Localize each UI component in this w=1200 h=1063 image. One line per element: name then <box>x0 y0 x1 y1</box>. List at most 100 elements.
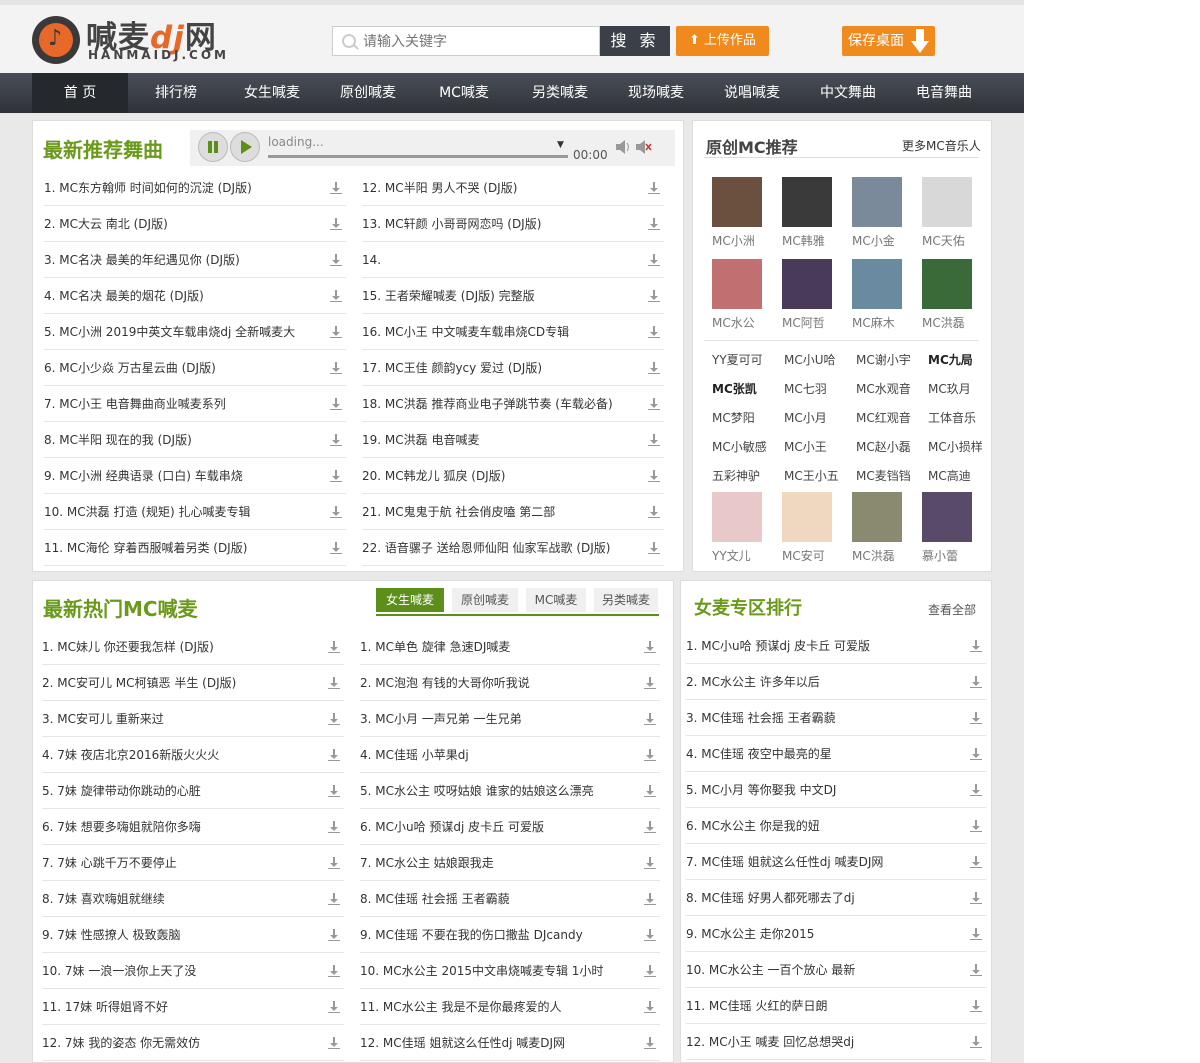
song-title[interactable]: 5. MC水公主 哎呀姑娘 谁家的姑娘这么漂亮 <box>360 784 594 798</box>
song-title[interactable]: 6. MC水公主 你是我的妞 <box>686 819 820 833</box>
artist-name[interactable]: MC水公 <box>712 314 768 331</box>
download-icon[interactable] <box>648 362 660 374</box>
mc-tag-link[interactable]: MC赵小磊 <box>856 438 918 455</box>
download-icon[interactable] <box>644 857 656 869</box>
song-title[interactable]: 13. MC轩颜 小哥哥网恋吗 (DJ版) <box>362 217 541 231</box>
mc-tag-link[interactable]: MC麦铛铛 <box>856 467 918 484</box>
song-title[interactable]: 3. MC名决 最美的年纪遇见你 (DJ版) <box>44 253 240 267</box>
song-row[interactable]: 2. MC安可儿 MC柯镇恶 半生 (DJ版) <box>42 665 344 701</box>
download-icon[interactable] <box>330 434 342 446</box>
mc-tag-link[interactable]: MC小王 <box>784 438 846 455</box>
song-row[interactable]: 16. MC小王 中文喊麦车载串烧CD专辑 <box>362 314 664 350</box>
artist-name[interactable]: MC小金 <box>852 232 908 249</box>
artist-name[interactable]: MC天佑 <box>922 232 978 249</box>
song-row[interactable]: 11. MC海伦 穿着西服喊着另类 (DJ版) <box>44 530 346 566</box>
artist-name[interactable]: MC麻木 <box>852 314 908 331</box>
song-title[interactable]: 3. MC小月 一声兄弟 一生兄弟 <box>360 712 522 726</box>
download-icon[interactable] <box>970 784 982 796</box>
download-icon[interactable] <box>648 290 660 302</box>
download-icon[interactable] <box>328 677 340 689</box>
song-row[interactable]: 18. MC洪磊 推荐商业电子弹跳节奏 (车载必备) <box>362 386 664 422</box>
song-title[interactable]: 5. MC小月 等你娶我 中文DJ <box>686 783 836 797</box>
mc-tag-link[interactable]: 五彩神驴 <box>712 467 774 484</box>
song-title[interactable]: 3. MC佳瑶 社会摇 王者霸藐 <box>686 711 836 725</box>
song-title[interactable]: 9. 7妹 性感撩人 极致轰脑 <box>42 928 181 942</box>
song-title[interactable]: 6. MC小少焱 万古星云曲 (DJ版) <box>44 361 216 375</box>
song-title[interactable]: 12. MC佳瑶 姐就这么任性dj 喊麦DJ网 <box>360 1036 565 1050</box>
song-row[interactable]: 12. MC佳瑶 姐就这么任性dj 喊麦DJ网 <box>360 1025 660 1061</box>
song-row[interactable]: 3. MC名决 最美的年纪遇见你 (DJ版) <box>44 242 346 278</box>
download-icon[interactable] <box>970 676 982 688</box>
nav-item[interactable]: 原创喊麦 <box>320 73 416 113</box>
song-row[interactable]: 7. MC小王 电音舞曲商业喊麦系列 <box>44 386 346 422</box>
download-icon[interactable] <box>648 326 660 338</box>
song-row[interactable]: 5. MC小月 等你娶我 中文DJ <box>686 772 986 808</box>
song-title[interactable]: 7. MC小王 电音舞曲商业喊麦系列 <box>44 397 226 411</box>
download-icon[interactable] <box>644 965 656 977</box>
download-icon[interactable] <box>330 254 342 266</box>
download-icon[interactable] <box>328 641 340 653</box>
song-title[interactable]: 22. 语音骡子 送给恩师仙阳 仙家军战歌 (DJ版) <box>362 541 611 555</box>
download-icon[interactable] <box>970 856 982 868</box>
download-icon[interactable] <box>330 542 342 554</box>
download-icon[interactable] <box>648 182 660 194</box>
song-row[interactable]: 10. MC水公主 2015中文串烧喊麦专辑 1小时 <box>360 953 660 989</box>
pause-button[interactable] <box>198 132 228 162</box>
download-icon[interactable] <box>644 713 656 725</box>
song-title[interactable]: 14. <box>362 253 381 267</box>
mc-tag-link[interactable]: MC小损样 <box>928 438 990 455</box>
nav-item[interactable]: 中文舞曲 <box>800 73 896 113</box>
song-title[interactable]: 4. MC名决 最美的烟花 (DJ版) <box>44 289 204 303</box>
download-icon[interactable] <box>330 362 342 374</box>
download-icon[interactable] <box>644 821 656 833</box>
progress-bar[interactable] <box>268 155 568 158</box>
download-icon[interactable] <box>330 506 342 518</box>
song-title[interactable]: 7. 7妹 心跳千万不要停止 <box>42 856 177 870</box>
song-row[interactable]: 1. MC妹儿 你还要我怎样 (DJ版) <box>42 629 344 665</box>
song-title[interactable]: 11. MC水公主 我是不是你最疼爱的人 <box>360 1000 561 1014</box>
song-title[interactable]: 4. MC佳瑶 夜空中最亮的星 <box>686 747 832 761</box>
download-icon[interactable] <box>648 254 660 266</box>
song-row[interactable]: 7. MC水公主 姑娘跟我走 <box>360 845 660 881</box>
song-row[interactable]: 8. MC佳瑶 好男人都死哪去了dj <box>686 880 986 916</box>
song-title[interactable]: 7. MC水公主 姑娘跟我走 <box>360 856 494 870</box>
song-title[interactable]: 21. MC鬼鬼于航 社会俏皮嗑 第二部 <box>362 505 555 519</box>
artist-name[interactable]: MC洪磊 <box>852 547 908 564</box>
download-icon[interactable] <box>644 1037 656 1049</box>
song-title[interactable]: 1. MC单色 旋律 急速DJ喊麦 <box>360 640 510 654</box>
song-row[interactable]: 4. MC佳瑶 小苹果dj <box>360 737 660 773</box>
song-title[interactable]: 6. MC小u哈 预谋dj 皮卡丘 可爱版 <box>360 820 544 834</box>
song-row[interactable]: 14. <box>362 242 664 278</box>
search-button[interactable]: 搜 索 <box>600 26 670 56</box>
search-field[interactable] <box>332 26 600 56</box>
song-row[interactable]: 22. 语音骡子 送给恩师仙阳 仙家军战歌 (DJ版) <box>362 530 664 566</box>
artist-avatar[interactable] <box>782 177 832 227</box>
artist-name[interactable]: MC阿哲 <box>782 314 838 331</box>
song-row[interactable]: 4. MC佳瑶 夜空中最亮的星 <box>686 736 986 772</box>
mc-tag-link[interactable]: MC玖月 <box>928 380 990 397</box>
song-title[interactable]: 20. MC韩龙儿 狐戾 (DJ版) <box>362 469 505 483</box>
download-icon[interactable] <box>648 506 660 518</box>
download-icon[interactable] <box>970 820 982 832</box>
download-icon[interactable] <box>644 1001 656 1013</box>
download-icon[interactable] <box>970 928 982 940</box>
download-icon[interactable] <box>648 398 660 410</box>
song-row[interactable]: 9. MC水公主 走你2015 <box>686 916 986 952</box>
mc-tag-link[interactable]: MC谢小宇 <box>856 351 918 368</box>
mc-tag-link[interactable]: MC王小五 <box>784 467 846 484</box>
nav-item[interactable]: 现场喊麦 <box>608 73 704 113</box>
song-title[interactable]: 1. MC小u哈 预谋dj 皮卡丘 可爱版 <box>686 639 870 653</box>
download-icon[interactable] <box>644 641 656 653</box>
mc-tag-link[interactable]: MC水观音 <box>856 380 918 397</box>
mc-tag-link[interactable]: MC高迪 <box>928 467 990 484</box>
tab-3[interactable]: 另类喊麦 <box>594 588 658 612</box>
song-row[interactable]: 8. 7妹 喜欢嗨姐就继续 <box>42 881 344 917</box>
download-icon[interactable] <box>648 434 660 446</box>
song-row[interactable]: 12. MC小王 喊麦 回忆总想哭dj <box>686 1024 986 1060</box>
song-title[interactable]: 8. MC佳瑶 社会摇 王者霸藐 <box>360 892 510 906</box>
download-icon[interactable] <box>328 821 340 833</box>
mc-tag-link[interactable]: 工体音乐 <box>928 409 990 426</box>
download-icon[interactable] <box>970 964 982 976</box>
mc-tag-link[interactable]: YY夏可可 <box>712 351 774 368</box>
download-icon[interactable] <box>970 640 982 652</box>
